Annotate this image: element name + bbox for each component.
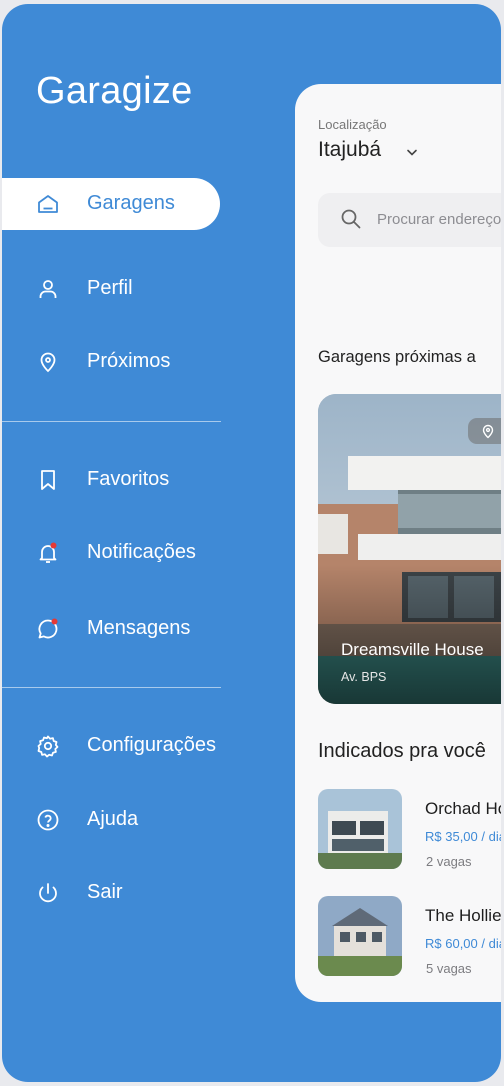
- sidebar-item-label: Garagens: [87, 192, 175, 214]
- featured-garage-name: Dreamsville House: [341, 640, 484, 659]
- garage-slots: 5 vagas: [426, 961, 472, 976]
- sidebar-item-label: Favoritos: [87, 468, 170, 490]
- garage-slots: 2 vagas: [426, 854, 472, 869]
- search-input[interactable]: Procurar endereço: [318, 193, 501, 247]
- sidebar-item-label: Mensagens: [87, 617, 191, 639]
- sidebar-item-garagens[interactable]: Garagens: [2, 178, 220, 230]
- sidebar-item-notificacoes[interactable]: Notificações: [2, 527, 220, 579]
- sidebar-item-mensagens[interactable]: Mensagens: [2, 603, 220, 655]
- search-icon: [340, 208, 362, 230]
- sidebar-divider: [2, 421, 221, 422]
- map-pin-icon: [36, 350, 60, 374]
- app-logo: Garagize: [36, 70, 193, 112]
- chevron-down-icon[interactable]: [404, 144, 420, 160]
- power-icon: [36, 881, 60, 905]
- list-item[interactable]: The Hollies R$ 60,00 / dia 5 vagas: [318, 896, 501, 978]
- nearby-section-title: Garagens próximas a: [318, 348, 476, 366]
- sidebar-item-label: Ajuda: [87, 808, 139, 830]
- sidebar-item-label: Perfil: [87, 277, 133, 299]
- garage-name: The Hollies: [425, 906, 501, 925]
- recommended-section-title: Indicados pra você: [318, 740, 486, 762]
- sidebar-item-favoritos[interactable]: Favoritos: [2, 454, 220, 506]
- main-content-card: Localização Itajubá Procurar endereço Ga…: [295, 84, 501, 1002]
- sidebar-item-configuracoes[interactable]: Configurações: [2, 720, 220, 772]
- garage-price: R$ 35,00 / dia: [425, 829, 501, 844]
- featured-garage-address: Av. BPS: [341, 670, 387, 684]
- garage-thumbnail: [318, 789, 402, 869]
- sidebar-item-proximos[interactable]: Próximos: [2, 336, 220, 388]
- help-icon: [36, 808, 60, 832]
- sidebar-divider: [2, 687, 221, 688]
- sidebar-item-label: Próximos: [87, 350, 171, 372]
- map-pin-icon: [482, 424, 494, 439]
- sidebar-item-ajuda[interactable]: Ajuda: [2, 794, 220, 846]
- location-value[interactable]: Itajubá: [318, 138, 381, 162]
- home-icon: [36, 192, 60, 216]
- bell-icon: [36, 541, 60, 565]
- distance-badge: [468, 418, 501, 444]
- location-label: Localização: [318, 117, 387, 132]
- featured-garage-card[interactable]: Dreamsville House Av. BPS: [318, 394, 501, 704]
- message-icon: [36, 617, 60, 641]
- app-frame: Garagize Garagens Perfil Próximos Favori…: [2, 4, 501, 1082]
- list-item[interactable]: Orchad House R$ 35,00 / dia 2 vagas: [318, 789, 501, 871]
- bookmark-icon: [36, 468, 60, 492]
- gear-icon: [36, 734, 60, 758]
- sidebar-item-label: Notificações: [87, 541, 196, 563]
- search-placeholder: Procurar endereço: [377, 211, 501, 228]
- sidebar-item-label: Configurações: [87, 734, 216, 756]
- sidebar-item-label: Sair: [87, 881, 123, 903]
- garage-thumbnail: [318, 896, 402, 976]
- garage-price: R$ 60,00 / dia: [425, 936, 501, 951]
- sidebar-item-perfil[interactable]: Perfil: [2, 263, 220, 315]
- sidebar-item-sair[interactable]: Sair: [2, 867, 220, 919]
- garage-name: Orchad House: [425, 799, 501, 818]
- user-icon: [36, 277, 60, 301]
